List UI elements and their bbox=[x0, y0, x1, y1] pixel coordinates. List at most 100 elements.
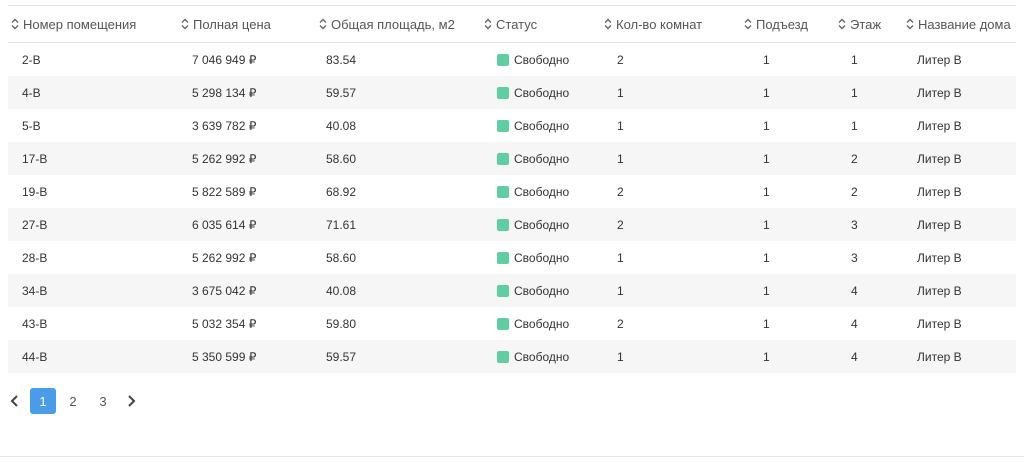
cell-floor: 1 bbox=[851, 118, 858, 133]
cell-status: Свободно bbox=[483, 317, 603, 331]
cell-status: Свободно bbox=[483, 251, 603, 265]
column-header-label: Общая площадь, м2 bbox=[331, 16, 455, 32]
status-label: Свободно bbox=[514, 283, 570, 298]
cell-rooms: 1 bbox=[617, 151, 624, 166]
status-label: Свободно bbox=[514, 184, 570, 199]
cell-number: 28-В bbox=[22, 250, 48, 265]
cell-rooms: 2 bbox=[617, 184, 624, 199]
cell-price: 3 639 782 ₽ bbox=[192, 118, 257, 133]
cell-floor: 1 bbox=[851, 85, 858, 100]
cell-house: Литер В bbox=[917, 118, 962, 133]
column-header[interactable]: Кол-во комнат bbox=[603, 17, 743, 32]
cell-house: Литер В bbox=[917, 250, 962, 265]
table-header: Номер помещения Полная цена Общая площадь,… bbox=[8, 5, 1016, 43]
cell-entrance: 1 bbox=[763, 316, 770, 331]
cell-rooms: 1 bbox=[617, 118, 624, 133]
chevron-left-icon bbox=[10, 395, 18, 407]
cell-entrance: 1 bbox=[763, 184, 770, 199]
cell-floor: 2 bbox=[851, 151, 858, 166]
status-indicator bbox=[497, 152, 509, 165]
cell-area: 59.80 bbox=[326, 316, 357, 331]
cell-entrance: 1 bbox=[763, 349, 770, 364]
cell-rooms: 2 bbox=[617, 52, 624, 67]
table-row[interactable]: 43-В 5 032 354 ₽ 59.80 Свободно 2 1 4 Литер В bbox=[8, 307, 1016, 340]
cell-status: Свободно bbox=[483, 350, 603, 364]
cell-area: 58.60 bbox=[326, 151, 357, 166]
cell-price: 5 350 599 ₽ bbox=[192, 349, 257, 364]
cell-house: Литер В bbox=[917, 52, 962, 67]
table-row[interactable]: 4-В 5 298 134 ₽ 59.57 Свободно 1 1 1 Литер В bbox=[8, 76, 1016, 109]
cell-number: 5-В bbox=[22, 118, 41, 133]
cell-number: 27-В bbox=[22, 217, 48, 232]
table-row[interactable]: 44-В 5 350 599 ₽ 59.57 Свободно 1 1 4 Литер В bbox=[8, 340, 1016, 373]
status-label: Свободно bbox=[514, 85, 570, 100]
cell-number: 43-В bbox=[22, 316, 48, 331]
cell-floor: 3 bbox=[851, 250, 858, 265]
cell-house: Литер В bbox=[917, 184, 962, 199]
table-row[interactable]: 17-В 5 262 992 ₽ 58.60 Свободно 1 1 2 Литер В bbox=[8, 142, 1016, 175]
cell-floor: 2 bbox=[851, 184, 858, 199]
page-button[interactable]: 1 bbox=[30, 388, 56, 414]
column-header-label: Полная цена bbox=[193, 16, 271, 32]
pagination: 123 bbox=[6, 388, 140, 414]
column-header-label: Кол-во комнат bbox=[616, 16, 703, 32]
status-label: Свободно bbox=[514, 316, 570, 331]
cell-rooms: 1 bbox=[617, 250, 624, 265]
column-header[interactable]: Название дома bbox=[905, 17, 1015, 32]
cell-house: Литер В bbox=[917, 217, 962, 232]
column-header[interactable]: Статус bbox=[483, 17, 603, 32]
cell-number: 34-В bbox=[22, 283, 48, 298]
prev-page-button[interactable] bbox=[6, 388, 24, 414]
cell-status: Свободно bbox=[483, 185, 603, 199]
cell-price: 5 032 354 ₽ bbox=[192, 316, 257, 331]
cell-entrance: 1 bbox=[763, 217, 770, 232]
status-indicator bbox=[497, 284, 509, 297]
cell-floor: 4 bbox=[851, 316, 858, 331]
column-header[interactable]: Этаж bbox=[837, 17, 905, 32]
cell-floor: 4 bbox=[851, 349, 858, 364]
sort-icon bbox=[906, 18, 914, 30]
cell-number: 2-В bbox=[22, 52, 41, 67]
cell-area: 68.92 bbox=[326, 184, 357, 199]
cell-status: Свободно bbox=[483, 53, 603, 67]
status-indicator bbox=[497, 119, 509, 132]
page-button[interactable]: 3 bbox=[90, 388, 116, 414]
cell-status: Свободно bbox=[483, 152, 603, 166]
column-header[interactable]: Подъезд bbox=[743, 17, 837, 32]
table-row[interactable]: 5-В 3 639 782 ₽ 40.08 Свободно 1 1 1 Литер В bbox=[8, 109, 1016, 142]
cell-area: 40.08 bbox=[326, 283, 357, 298]
cell-entrance: 1 bbox=[763, 118, 770, 133]
page-button[interactable]: 2 bbox=[60, 388, 86, 414]
cell-rooms: 1 bbox=[617, 349, 624, 364]
status-label: Свободно bbox=[514, 250, 570, 265]
chevron-right-icon bbox=[128, 395, 136, 407]
cell-house: Литер В bbox=[917, 283, 962, 298]
cell-house: Литер В bbox=[917, 349, 962, 364]
column-header[interactable]: Общая площадь, м2 bbox=[318, 17, 483, 32]
table-row[interactable]: 34-В 3 675 042 ₽ 40.08 Свободно 1 1 4 Литер В bbox=[8, 274, 1016, 307]
status-label: Свободно bbox=[514, 217, 570, 232]
cell-rooms: 1 bbox=[617, 283, 624, 298]
apartments-table: Номер помещения Полная цена Общая площадь,… bbox=[8, 5, 1016, 373]
cell-area: 71.61 bbox=[326, 217, 357, 232]
cell-number: 17-В bbox=[22, 151, 48, 166]
cell-price: 5 262 992 ₽ bbox=[192, 151, 257, 166]
table-row[interactable]: 2-В 7 046 949 ₽ 83.54 Свободно 2 1 1 Литер В bbox=[8, 43, 1016, 76]
cell-floor: 4 bbox=[851, 283, 858, 298]
cell-price: 5 298 134 ₽ bbox=[192, 85, 257, 100]
column-header[interactable]: Номер помещения bbox=[8, 17, 180, 32]
next-page-button[interactable] bbox=[122, 388, 140, 414]
table-row[interactable]: 28-В 5 262 992 ₽ 58.60 Свободно 1 1 3 Литер В bbox=[8, 241, 1016, 274]
sort-icon bbox=[181, 18, 189, 30]
cell-price: 5 262 992 ₽ bbox=[192, 250, 257, 265]
sort-icon bbox=[11, 18, 19, 30]
cell-price: 7 046 949 ₽ bbox=[192, 52, 257, 67]
status-indicator bbox=[497, 317, 509, 330]
column-header-label: Подъезд bbox=[756, 16, 808, 32]
cell-house: Литер В bbox=[917, 85, 962, 100]
column-header[interactable]: Полная цена bbox=[180, 17, 318, 32]
table-row[interactable]: 27-В 6 035 614 ₽ 71.61 Свободно 2 1 3 Литер В bbox=[8, 208, 1016, 241]
sort-icon bbox=[604, 18, 612, 30]
table-row[interactable]: 19-В 5 822 589 ₽ 68.92 Свободно 2 1 2 Литер В bbox=[8, 175, 1016, 208]
cell-area: 58.60 bbox=[326, 250, 357, 265]
